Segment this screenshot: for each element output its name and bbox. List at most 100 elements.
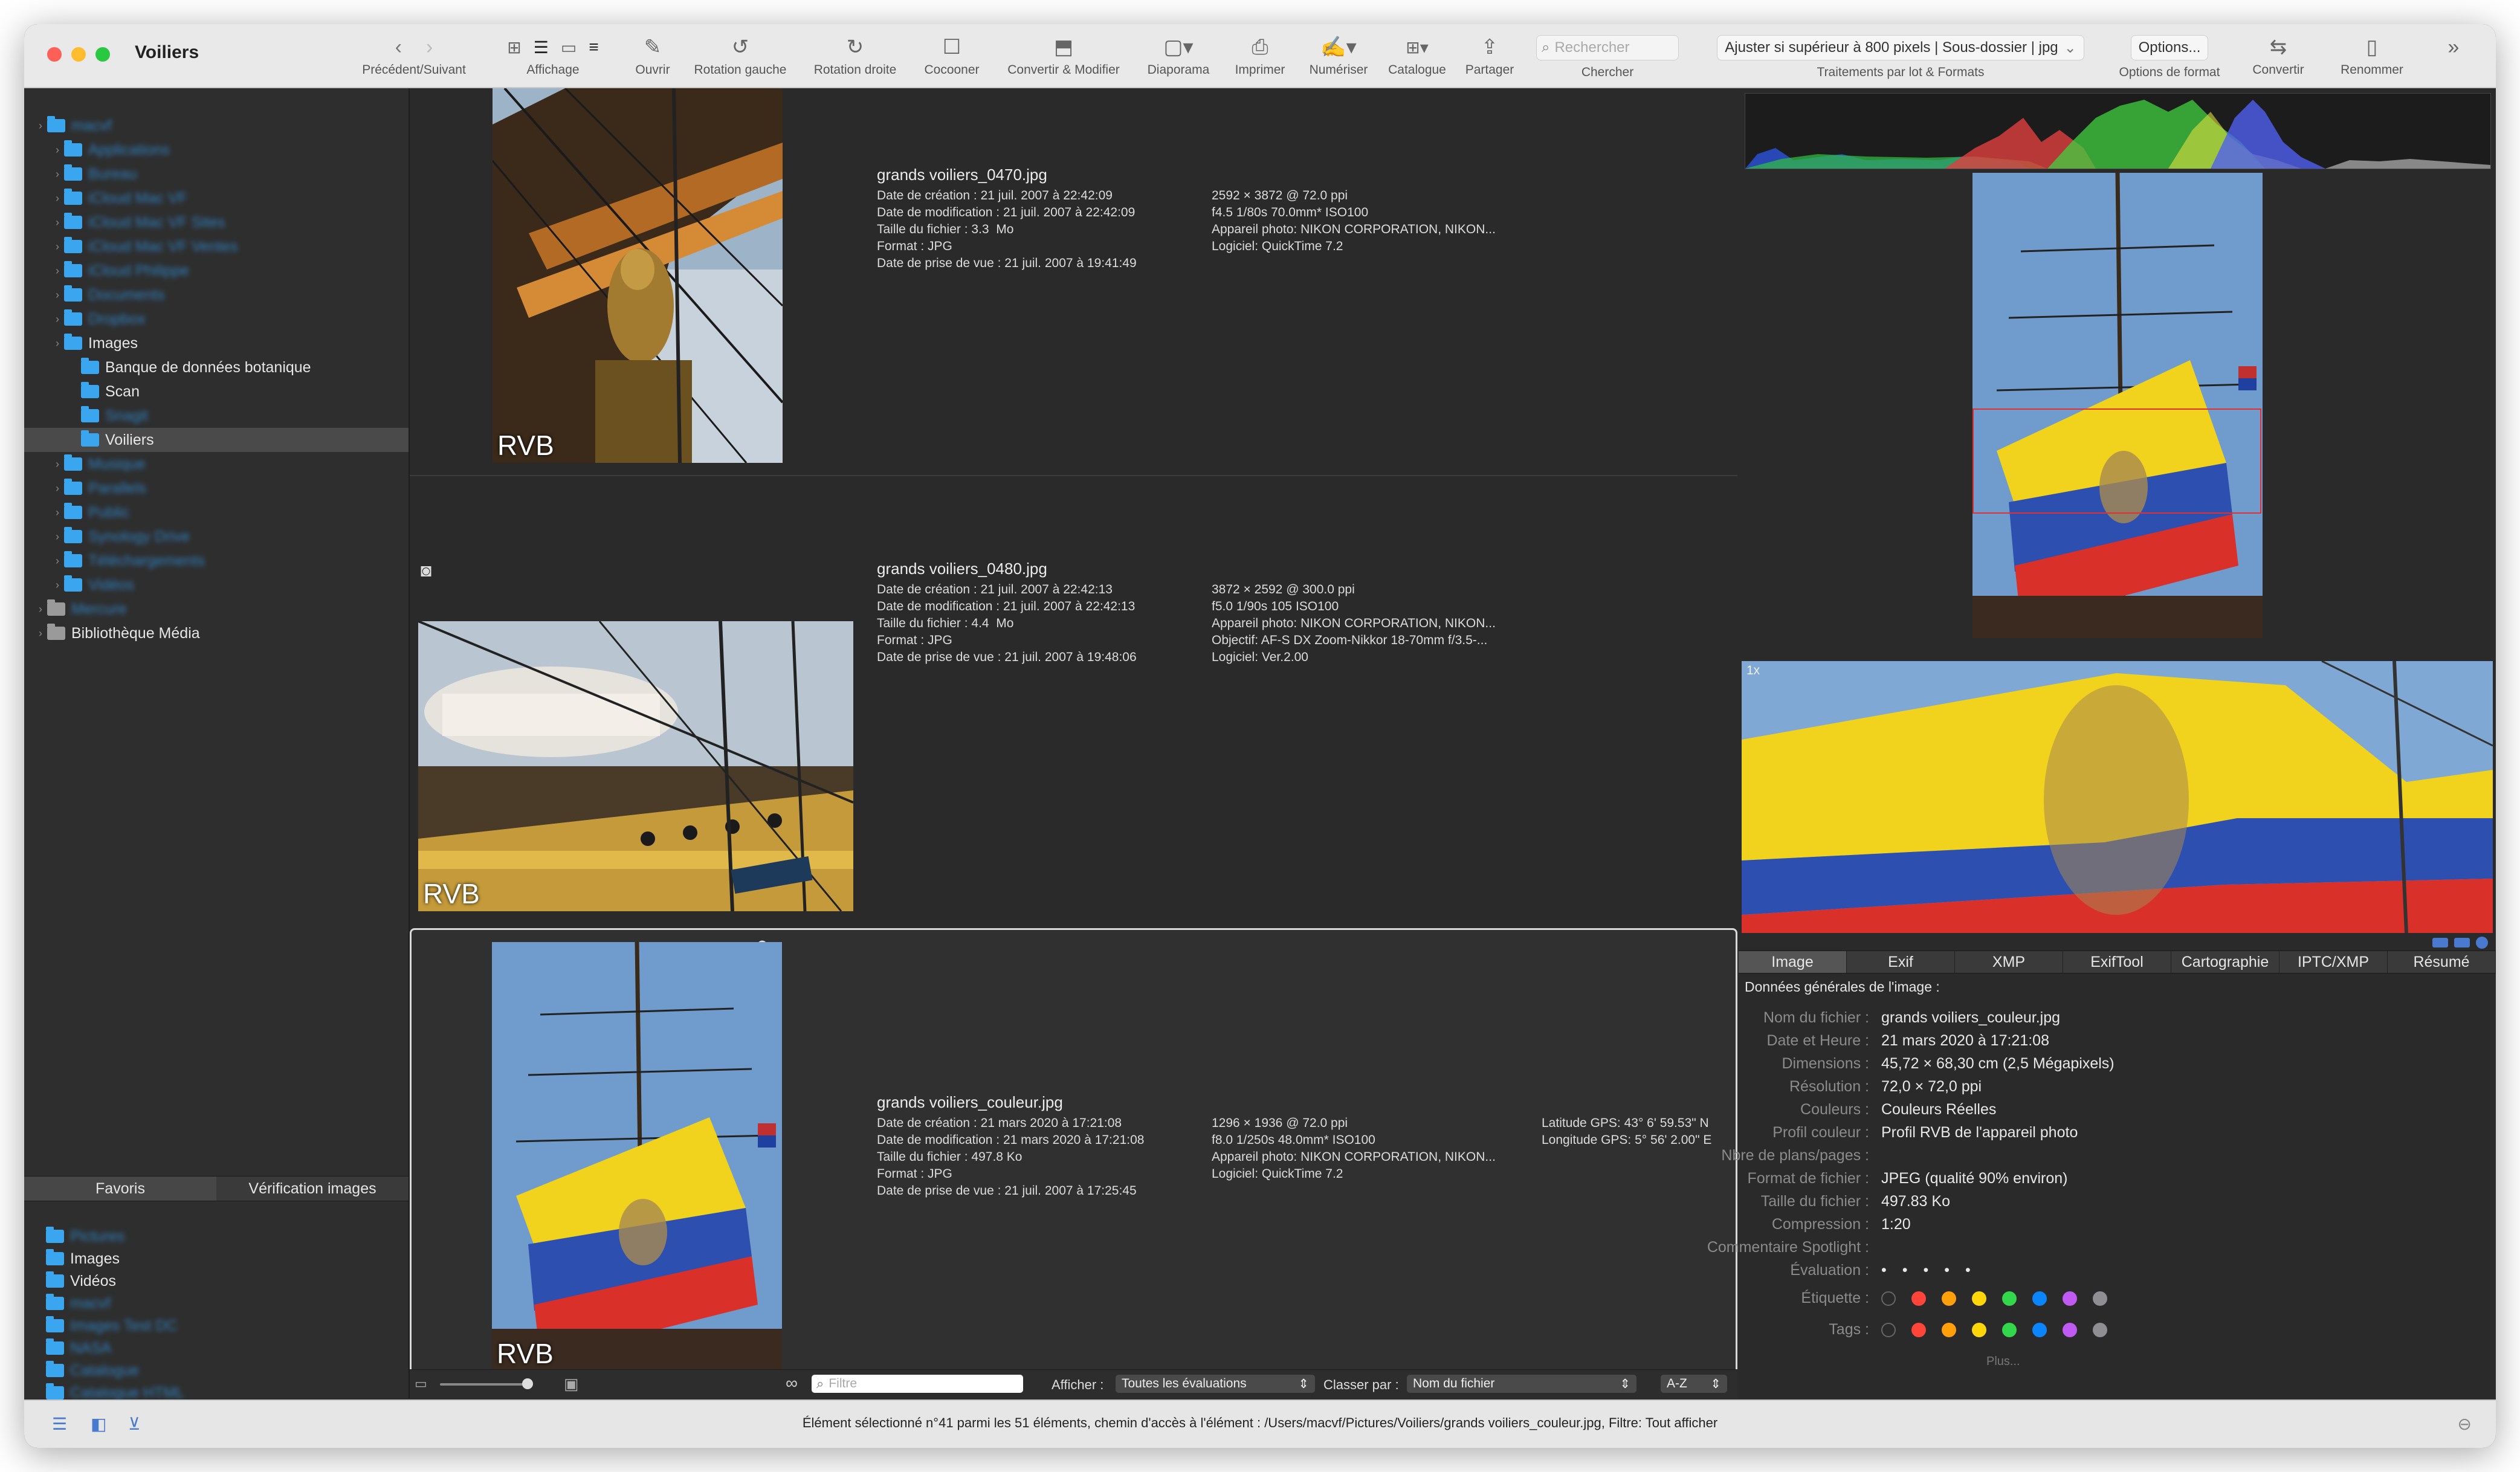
favorite-item[interactable]: macvf (24, 1291, 409, 1315)
sidebar-tree-item[interactable]: › iCloud Philippe (24, 259, 409, 283)
search-field[interactable]: ⌕ Rechercher (1536, 35, 1679, 60)
chevron-right-icon[interactable]: › (426, 36, 433, 59)
disclosure-icon[interactable]: › (51, 216, 64, 229)
disclosure-icon[interactable]: › (51, 531, 64, 543)
no-label-icon[interactable] (1881, 1323, 1896, 1338)
tab-favorites[interactable]: Favoris (24, 1177, 216, 1201)
more-tags-button[interactable]: Plus... (1986, 1355, 2020, 1369)
small-thumb-icon[interactable]: ▭ (415, 1376, 427, 1392)
color-label-dot[interactable] (1942, 1291, 1956, 1306)
list-item[interactable]: ◙ RVB grands voiliers_0480.jpg Date de c… (410, 475, 1737, 911)
grid-view-icon[interactable]: ⊞ (507, 37, 521, 57)
color-label-dot[interactable] (1972, 1323, 1986, 1338)
disclosure-icon[interactable]: › (34, 120, 47, 132)
tab-image-check[interactable]: Vérification images (216, 1177, 409, 1201)
disclosure-icon[interactable]: › (51, 506, 64, 519)
filter-input[interactable]: ⌕ Filtre (812, 1375, 1023, 1393)
sort-order-select[interactable]: A-Z ⇕ (1661, 1375, 1727, 1393)
format-options-button[interactable]: Options... (2130, 35, 2209, 60)
large-thumb-icon[interactable]: ▣ (564, 1375, 579, 1393)
favorite-item[interactable]: Catalogue (24, 1358, 409, 1383)
sidebar-tree-item[interactable]: Snagit (24, 404, 409, 428)
zoom-window-button[interactable] (95, 47, 110, 62)
sidebar-tree-item[interactable]: › iCloud Mac VF Sites (24, 210, 409, 234)
filmstrip-view-icon[interactable]: ▭ (561, 37, 577, 57)
favorite-item[interactable]: Images (24, 1247, 409, 1271)
color-label-dot[interactable] (2002, 1323, 2017, 1338)
tab-image[interactable]: Image (1739, 951, 1847, 973)
disclosure-icon[interactable]: › (51, 192, 64, 205)
sidebar-tree-item[interactable]: Scan (24, 379, 409, 404)
tab-iptc-xmp[interactable]: IPTC/XMP (2279, 951, 2388, 973)
disclosure-icon[interactable]: › (51, 144, 64, 157)
sidebar-tree-item[interactable]: › Synology Drive (24, 525, 409, 549)
sidebar-tree-item[interactable]: › Téléchargements (24, 549, 409, 573)
rating-filter-select[interactable]: Toutes les évaluations ⇕ (1116, 1375, 1315, 1393)
open-button[interactable]: ✎ Ouvrir (628, 33, 677, 83)
sidebar-tree-item[interactable]: › Musique (24, 452, 409, 476)
image-size-icon[interactable] (2454, 938, 2470, 947)
disclosure-icon[interactable]: › (34, 603, 47, 616)
rating-stars[interactable]: ••••• (1881, 1262, 1986, 1279)
thumb-size-slider[interactable] (440, 1383, 531, 1386)
slideshow-button[interactable]: ▢▾ Diaporama (1139, 33, 1218, 83)
sidebar-tree-item[interactable]: › Bibliothèque Média (24, 621, 409, 645)
share-button[interactable]: ⇪ Partager (1456, 33, 1523, 83)
close-window-button[interactable] (47, 47, 62, 62)
thumbnail[interactable]: RVB (418, 621, 853, 911)
color-label-dot[interactable] (1972, 1291, 1986, 1306)
tab-exif[interactable]: Exif (1847, 951, 1955, 973)
compact-list-icon[interactable]: ≡ (589, 37, 598, 57)
print-button[interactable]: ⎙ Imprimer (1224, 33, 1296, 83)
tag-button[interactable]: ☐ Cocooner (913, 33, 991, 83)
sidebar-tree-item[interactable]: › Vidéos (24, 573, 409, 597)
disclosure-icon[interactable]: › (51, 337, 64, 350)
catalog-button[interactable]: ⊞▾ Catalogue (1381, 33, 1453, 83)
favorite-item[interactable]: Vidéos (24, 1269, 409, 1293)
no-label-icon[interactable] (1881, 1291, 1896, 1306)
favorite-item[interactable]: NASA (24, 1336, 409, 1360)
batch-select[interactable]: Ajuster si supérieur à 800 pixels | Sous… (1717, 35, 2084, 60)
zoom-region[interactable] (1972, 408, 2261, 514)
rename-button[interactable]: ▯ Renommer (2333, 33, 2411, 83)
list-item-selected[interactable]: ◙ ⚲ RVB grands v (410, 928, 1737, 1379)
chevron-left-icon[interactable]: ‹ (395, 36, 402, 59)
disclosure-icon[interactable]: › (51, 313, 64, 326)
rotate-left-button[interactable]: ↺ Rotation gauche (683, 33, 798, 83)
sidebar-tree-item[interactable]: › Applications (24, 138, 409, 162)
info-icon[interactable] (2476, 937, 2488, 949)
sidebar-tree-item[interactable]: Banque de données botanique (24, 355, 409, 379)
sidebar-tree-item[interactable]: › Bureau (24, 162, 409, 186)
sidebar-tree-item[interactable]: › Public (24, 500, 409, 525)
color-label-dot[interactable] (2032, 1323, 2047, 1338)
sidebar-tree-item[interactable]: › Dropbox (24, 307, 409, 331)
tab-xmp[interactable]: XMP (1955, 951, 2063, 973)
scan-button[interactable]: ✍▾ Numériser (1299, 33, 1378, 83)
disclosure-icon[interactable]: › (51, 579, 64, 592)
convert-button[interactable]: ⇆ Convertir (2242, 33, 2315, 83)
color-label-dot[interactable] (2063, 1291, 2077, 1306)
favorite-item[interactable]: Pictures (24, 1224, 409, 1248)
disclosure-icon[interactable]: › (51, 265, 64, 277)
rotate-right-button[interactable]: ↻ Rotation droite (801, 33, 909, 83)
thumbnail[interactable]: RVB (492, 942, 782, 1371)
disclosure-icon[interactable]: › (51, 289, 64, 302)
convert-modify-button[interactable]: ⬒ Convertir & Modifier (991, 33, 1136, 83)
sort-select[interactable]: Nom du fichier ⇕ (1407, 1375, 1636, 1393)
disclosure-icon[interactable]: › (51, 482, 64, 495)
toolbar-overflow-button[interactable]: » (2435, 33, 2472, 83)
tab-exiftool[interactable]: ExifTool (2063, 951, 2171, 973)
sidebar-tree-item[interactable]: › iCloud Mac VF (24, 186, 409, 210)
sidebar-tree-item[interactable]: › Parallels (24, 476, 409, 500)
color-label-dot[interactable] (1911, 1291, 1926, 1306)
disclosure-icon[interactable]: › (34, 627, 47, 640)
color-label-dot[interactable] (2093, 1323, 2107, 1338)
list-item[interactable]: RVB grands voiliers_0470.jpg Date de cré… (410, 88, 1737, 469)
sidebar-tree-item[interactable]: › Documents (24, 283, 409, 307)
disclosure-icon[interactable]: › (51, 555, 64, 567)
color-label-dot[interactable] (2093, 1291, 2107, 1306)
sidebar-tree-item[interactable]: › macvf (24, 114, 409, 138)
favorite-item[interactable]: Images Test DC (24, 1314, 409, 1338)
disclosure-icon[interactable]: › (51, 240, 64, 253)
sidebar-tree-item[interactable]: › iCloud Mac VF Ventes (24, 234, 409, 259)
